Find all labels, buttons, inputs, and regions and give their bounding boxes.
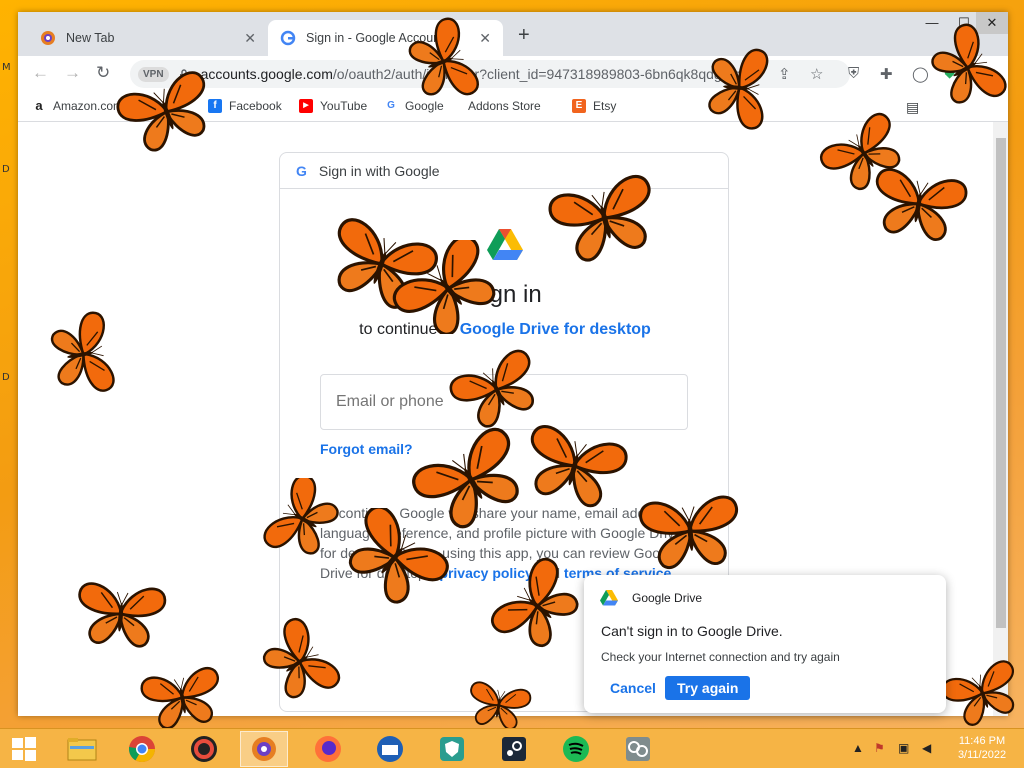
extensions-puzzle-icon[interactable]: ✚ [880,65,893,83]
volume-icon[interactable]: ◀ [922,741,931,755]
butterfly-decoration [520,422,630,514]
desktop-icon-label[interactable]: D [2,164,10,175]
taskbar-thunderbird[interactable] [366,731,414,767]
bookmark-label: Facebook [229,99,282,113]
firefox-icon [315,736,341,762]
sign-in-error-notification: Google Drive Can't sign in to Google Dri… [584,575,946,713]
taskbar-steam[interactable] [490,731,538,767]
etsy-icon: E [572,99,586,113]
taskbar-clock[interactable]: 11:46 PM 3/11/2022 [950,734,1014,762]
shield-app-icon [440,737,464,761]
butterfly-decoration [546,171,662,269]
butterfly-decoration [138,665,227,732]
butterfly-decoration [256,613,345,712]
taskbar-network-app[interactable] [614,731,662,767]
desktop-icon-label[interactable]: M [2,62,11,73]
thunderbird-icon [377,736,403,762]
butterfly-decoration [486,553,586,662]
start-button[interactable] [0,731,48,767]
taskbar-spotify[interactable] [552,731,600,767]
butterfly-decoration [940,657,1024,733]
bookmark-star-icon[interactable]: ☆ [810,65,823,83]
taskbar-chrome[interactable] [118,731,166,767]
browser-logo-icon [41,31,55,45]
butterfly-decoration [402,14,482,110]
new-tab-button[interactable]: + [518,24,530,47]
google-g-icon: G [387,100,395,111]
spotify-icon [563,736,589,762]
show-hidden-icons-chevron[interactable]: ▲ [852,741,864,755]
scrollbar-thumb[interactable] [996,138,1006,628]
notification-title: Can't sign in to Google Drive. [601,623,783,639]
taskbar: ▲ ⚑ ▣ ◀ 11:46 PM 3/11/2022 [0,728,1024,768]
clock-date: 3/11/2022 [957,749,1007,761]
butterfly-decoration [259,478,346,558]
butterfly-decoration [924,22,1011,112]
forgot-email-link[interactable]: Forgot email? [320,441,413,457]
try-again-button[interactable]: Try again [665,676,751,700]
bookmark-youtube[interactable]: ▶ YouTube [299,99,367,113]
link-app-icon [626,737,650,761]
taskbar-firefox[interactable] [304,731,352,767]
taskbar-security-app[interactable] [428,731,476,767]
bookmark-label: YouTube [320,99,368,113]
notification-app-name: Google Drive [632,591,703,605]
google-g-icon: G [296,162,307,179]
bookmark-label: Etsy [593,99,617,113]
network-icon[interactable]: ▣ [898,741,909,755]
extension-shield-icon[interactable]: ⛨ [848,65,859,82]
flag-icon[interactable]: ⚑ [874,741,885,755]
url-path: /o/oauth2/auth/identifier?client_id=9473… [332,66,749,82]
youtube-icon: ▶ [299,99,313,113]
google-g-icon [280,30,296,46]
forward-icon[interactable]: → [64,63,81,83]
tab-new-tab[interactable]: New Tab ✕ [28,20,268,56]
taskbar-browser-active[interactable] [240,731,288,767]
butterfly-decoration [340,508,452,604]
google-drive-logo-icon [600,590,618,606]
tab-strip: New Tab ✕ Sign in - Google Accounts ✕ + … [18,12,1008,56]
desktop-icon-label[interactable]: D [2,372,10,383]
butterfly-decoration [388,240,506,334]
butterfly-decoration [706,44,770,131]
chrome-icon [128,736,156,763]
windows-logo-icon [12,737,36,761]
butterfly-decoration [74,581,168,650]
close-tab-icon[interactable]: ✕ [244,30,256,47]
card-header-title: Sign in with Google [318,162,440,179]
notification-body: Check your Internet connection and try a… [601,650,840,664]
clock-time: 11:46 PM [958,735,1006,747]
butterfly-decoration [867,166,970,244]
back-icon[interactable]: ← [32,63,49,83]
cancel-button[interactable]: Cancel [602,676,664,700]
butterfly-decoration [113,68,222,152]
notification-app: Google Drive [600,590,702,606]
bookmark-etsy[interactable]: E Etsy [572,99,616,113]
butterfly-decoration [464,680,533,732]
taskbar-file-explorer[interactable] [58,731,106,767]
browser-logo-icon [252,737,276,761]
tab-title: New Tab [66,31,115,45]
folder-icon [67,738,97,761]
taskbar-app-red[interactable] [180,731,228,767]
amazon-icon: a [35,98,43,113]
steam-icon [502,737,526,761]
butterfly-decoration [638,494,743,572]
gear-app-icon [191,736,217,762]
butterfly-decoration [47,309,117,400]
